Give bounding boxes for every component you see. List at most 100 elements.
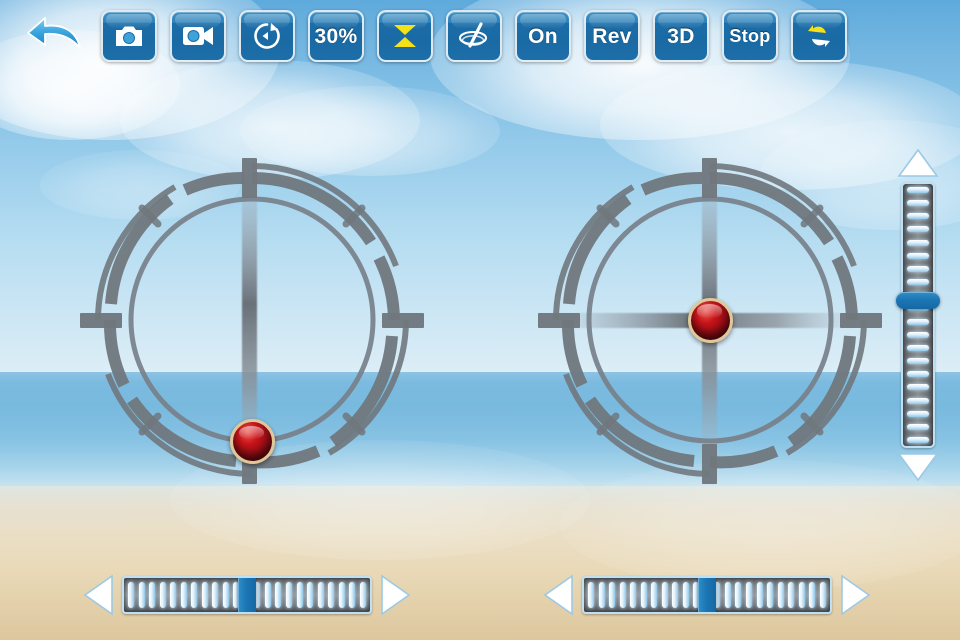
slider-tick [149,582,156,608]
left-trim-slider[interactable] [82,568,412,622]
slider-tick [819,582,826,608]
slider-tick [296,582,303,608]
pitch-roll-joystick[interactable] [532,146,888,494]
slider-tick [907,187,929,193]
slider-tick [798,582,805,608]
slider-tick [191,582,198,608]
throttle-label: 30% [314,24,358,48]
triangle-up-icon [897,148,939,177]
slider-tick [682,582,689,608]
right-trim-slider[interactable] [542,568,872,622]
slider-tick [264,582,271,608]
rotate-icon [254,23,280,49]
reverse-label: Rev [592,24,632,48]
slider-tick [328,582,335,608]
slider-tick [907,410,929,417]
gyro-button[interactable] [446,10,502,62]
collapse-button[interactable] [377,10,433,62]
slider-tick [619,582,626,608]
slider-tick [588,582,594,608]
reverse-button[interactable]: Rev [584,10,640,62]
left-trim-left-arrow-button[interactable] [82,573,116,617]
slider-tick [809,582,816,608]
slider-tick [767,582,774,608]
slider-tick [777,582,784,608]
triangle-left-icon [83,574,113,616]
swap-sticks-button[interactable] [791,10,847,62]
photo-button[interactable] [101,10,157,62]
slider-tick [349,582,356,608]
rotate-button[interactable] [239,10,295,62]
collapse-arrows-icon [394,25,416,47]
vertical-slider-track[interactable] [901,182,935,448]
slider-tick [907,371,929,378]
left-trim-right-arrow-button[interactable] [378,573,412,617]
slider-tick [651,582,658,608]
headless-on-button[interactable]: On [515,10,571,62]
three-d-button[interactable]: 3D [653,10,709,62]
undo-arrow-icon [27,17,81,49]
throttle-yaw-joystick[interactable] [74,146,430,494]
slider-tick [138,582,145,608]
slider-tick [609,582,616,608]
slider-tick [159,582,166,608]
stop-label: Stop [729,26,771,46]
slider-tick [907,213,929,220]
slider-tick [212,582,219,608]
slider-tick [317,582,324,608]
throttle-button[interactable]: 30% [308,10,364,62]
refresh-swap-icon [808,25,830,47]
slider-tick [907,200,929,207]
joystick-knob-right[interactable] [687,297,733,343]
left-trim-thumb[interactable] [238,578,256,612]
slider-tick [630,582,637,608]
slider-tick [640,582,647,608]
slider-tick [907,436,929,443]
triangle-left-icon [543,574,573,616]
toolbar: 30% On Rev 3D Stop [0,0,960,72]
stop-button[interactable]: Stop [722,10,778,62]
slider-tick [359,582,366,608]
slider-down-arrow-button[interactable] [897,452,939,482]
altitude-trim-slider[interactable] [896,148,940,482]
slider-tick [907,397,929,404]
slider-tick [661,582,668,608]
slider-tick [201,582,208,608]
right-trim-thumb[interactable] [698,578,716,612]
camera-icon [116,26,142,46]
right-trim-left-arrow-button[interactable] [542,573,576,617]
slider-tick [128,582,134,608]
slider-tick [170,582,177,608]
slider-up-arrow-button[interactable] [897,148,939,178]
slider-tick [724,582,731,608]
slider-tick [907,318,929,325]
right-trim-right-arrow-button[interactable] [838,573,872,617]
video-button[interactable] [170,10,226,62]
back-button[interactable] [22,9,86,63]
left-trim-track[interactable] [122,576,372,614]
triangle-down-icon [897,453,939,482]
slider-tick [180,582,187,608]
vertical-slider-thumb[interactable] [896,291,940,309]
headless-on-label: On [528,24,558,48]
triangle-right-icon [381,574,411,616]
slider-tick [907,344,929,351]
slider-tick [307,582,314,608]
joystick-knob-left[interactable] [229,418,275,464]
three-d-label: 3D [667,24,695,48]
slider-tick [907,239,929,246]
slider-tick [907,265,929,272]
slider-tick [907,226,929,233]
slider-tick [907,252,929,259]
slider-tick [338,582,345,608]
right-trim-track[interactable] [582,576,832,614]
slider-tick [756,582,763,608]
slider-tick [907,279,929,286]
triangle-right-icon [841,574,871,616]
slider-tick [285,582,292,608]
slider-tick [735,582,742,608]
slider-tick [907,358,929,365]
slider-tick [275,582,282,608]
slider-tick [907,384,929,391]
slider-tick [598,582,605,608]
